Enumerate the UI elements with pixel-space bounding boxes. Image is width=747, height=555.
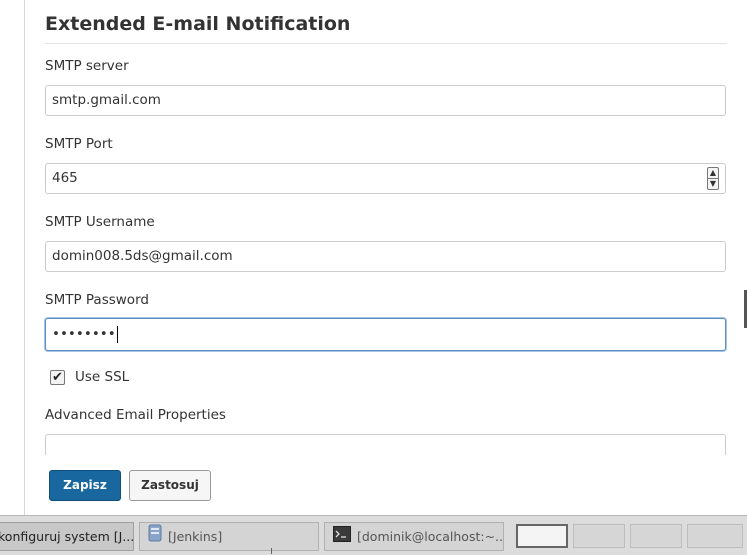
taskbar-item-label: [dominik@localhost:~... [357, 529, 504, 544]
spinner-up-icon[interactable]: ▲ [708, 168, 718, 178]
smtp-server-label: SMTP server [45, 58, 129, 74]
os-taskbar: konfiguruj system [J... [Jenkins] [domin… [0, 515, 747, 555]
advanced-email-properties-label: Advanced Email Properties [45, 407, 226, 423]
content-left-border [24, 0, 25, 515]
workspace-4[interactable] [687, 524, 743, 548]
smtp-password-label: SMTP Password [45, 292, 149, 308]
password-dots: •••••••• [52, 326, 116, 342]
taskbar-item-jenkins[interactable]: [Jenkins] [139, 522, 319, 551]
workspace-2[interactable] [573, 524, 625, 548]
use-ssl-label[interactable]: Use SSL [75, 369, 129, 385]
taskbar-item-label: [Jenkins] [168, 529, 223, 544]
workspace-1[interactable] [516, 524, 568, 548]
taskbar-item-konfiguruj[interactable]: konfiguruj system [J... [0, 522, 134, 551]
smtp-password-input[interactable]: •••••••• [45, 318, 726, 351]
smtp-port-input[interactable]: 465 ▲ ▼ [45, 163, 726, 194]
section-title: Extended E-mail Notification [45, 13, 351, 35]
smtp-username-input[interactable]: domin008.5ds@gmail.com [45, 241, 726, 272]
section-divider [45, 43, 727, 44]
taskbar-item-label: konfiguruj system [J... [0, 529, 134, 544]
port-spinner[interactable]: ▲ ▼ [707, 167, 719, 190]
file-manager-icon [148, 524, 162, 550]
apply-button[interactable]: Zastosuj [129, 470, 211, 501]
workspace-3[interactable] [630, 524, 682, 548]
advanced-email-properties-textarea[interactable] [45, 434, 726, 455]
smtp-server-input[interactable]: smtp.gmail.com [45, 85, 726, 116]
save-button[interactable]: Zapisz [49, 470, 121, 501]
taskbar-separator [271, 548, 272, 554]
spinner-down-icon[interactable]: ▼ [708, 179, 718, 189]
smtp-username-label: SMTP Username [45, 214, 155, 230]
taskbar-item-terminal[interactable]: [dominik@localhost:~... [324, 522, 504, 551]
smtp-port-label: SMTP Port [45, 136, 113, 152]
text-caret [116, 325, 118, 343]
terminal-icon [333, 524, 351, 550]
use-ssl-checkbox[interactable]: ✔ [50, 370, 65, 385]
smtp-port-value: 465 [52, 170, 78, 186]
